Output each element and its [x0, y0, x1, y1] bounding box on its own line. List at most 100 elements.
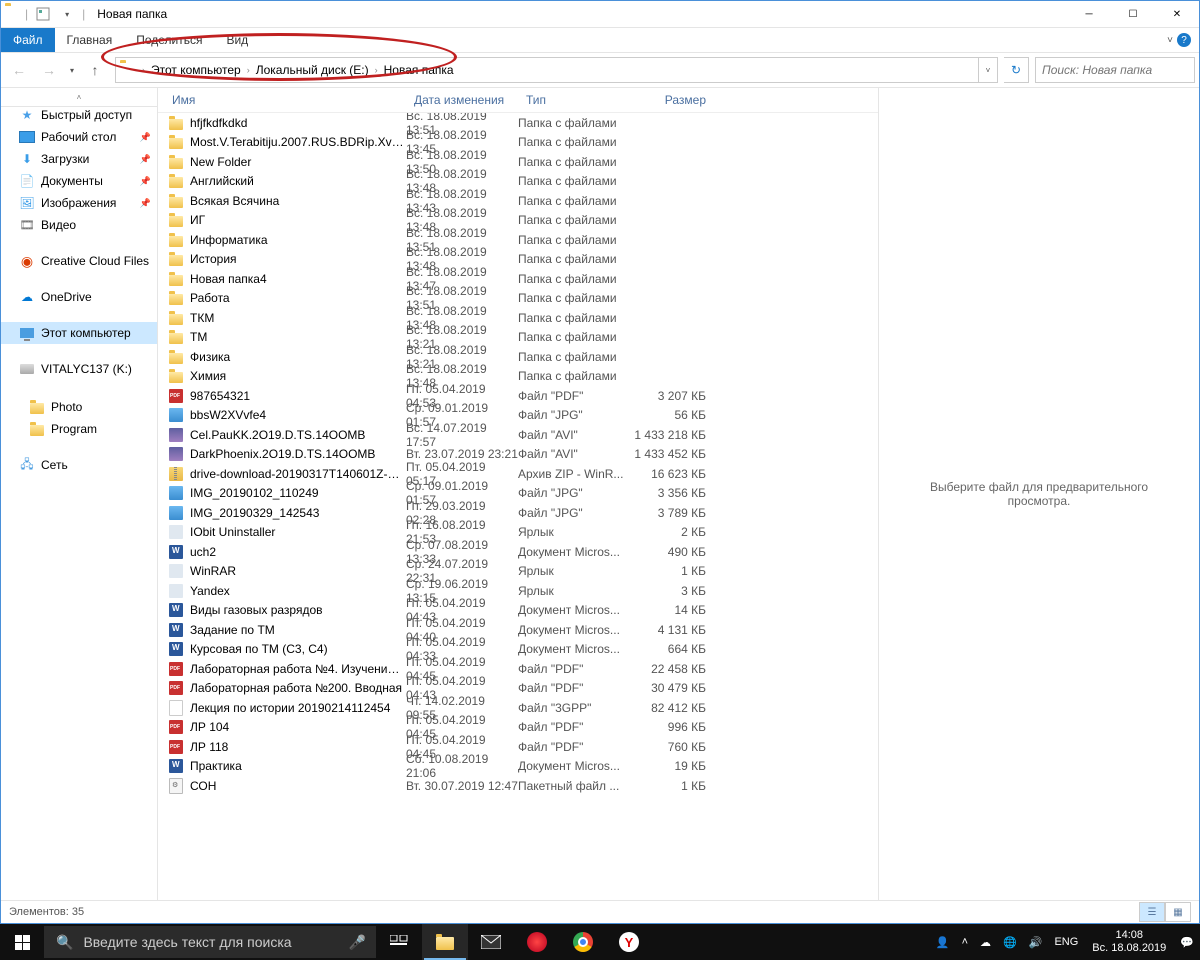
- col-name[interactable]: Имя: [158, 93, 406, 107]
- nav-back-button[interactable]: ←: [5, 57, 33, 83]
- file-row[interactable]: Новая папка4Вс. 18.08.2019 13:47Папка с …: [158, 269, 878, 289]
- file-row[interactable]: uch2Ср. 07.08.2019 13:33Документ Micros.…: [158, 542, 878, 562]
- file-row[interactable]: IMG_20190102_110249Ср. 09.01.2019 01:57Ф…: [158, 484, 878, 504]
- tray-network-icon[interactable]: 🌐: [997, 924, 1023, 960]
- nav-downloads[interactable]: ⬇Загрузки📌: [1, 148, 157, 170]
- view-large-icons-button[interactable]: ▦: [1165, 902, 1191, 922]
- file-row[interactable]: Лабораторная работа №200. ВводнаяПт. 05.…: [158, 679, 878, 699]
- file-row[interactable]: СОНВт. 30.07.2019 12:47Пакетный файл ...…: [158, 776, 878, 796]
- nav-program-folder[interactable]: Program: [1, 418, 157, 440]
- refresh-button[interactable]: ↻: [1004, 57, 1029, 83]
- nav-forward-button[interactable]: →: [35, 57, 63, 83]
- file-row[interactable]: ЛР 104Пт. 05.04.2019 04:45Файл "PDF"996 …: [158, 718, 878, 738]
- file-row[interactable]: ПрактикаСб. 10.08.2019 21:06Документ Mic…: [158, 757, 878, 777]
- chevron-right-icon[interactable]: ›: [371, 65, 382, 75]
- file-row[interactable]: РаботаВс. 18.08.2019 13:51Папка с файлам…: [158, 289, 878, 309]
- nav-pictures[interactable]: 🖼Изображения📌: [1, 192, 157, 214]
- tray-volume-icon[interactable]: 🔊: [1023, 924, 1049, 960]
- mic-icon[interactable]: 🎤: [349, 934, 366, 951]
- view-details-button[interactable]: ☰: [1139, 902, 1165, 922]
- file-row[interactable]: Задание по ТМПт. 05.04.2019 04:40Докумен…: [158, 620, 878, 640]
- col-date[interactable]: Дата изменения: [406, 93, 518, 107]
- start-button[interactable]: [0, 924, 44, 960]
- taskbar-mail-icon[interactable]: [468, 924, 514, 960]
- nav-creative-cloud[interactable]: ◉Creative Cloud Files: [1, 250, 157, 272]
- address-bar[interactable]: › Этот компьютер › Локальный диск (E:) ›…: [115, 57, 998, 83]
- file-row[interactable]: Most.V.Terabitiju.2007.RUS.BDRip.XviD.A.…: [158, 133, 878, 153]
- file-row[interactable]: ФизикаВс. 18.08.2019 13:21Папка с файлам…: [158, 347, 878, 367]
- file-row[interactable]: hfjfkdfkdkdВс. 18.08.2019 13:51Папка с ф…: [158, 113, 878, 133]
- nav-this-pc[interactable]: Этот компьютер: [1, 322, 157, 344]
- col-size[interactable]: Размер: [626, 93, 718, 107]
- breadcrumb-item[interactable]: Этот компьютер: [149, 63, 243, 77]
- nav-collapse-handle[interactable]: ˄: [1, 88, 157, 107]
- file-row[interactable]: ТКМВс. 18.08.2019 13:48Папка с файлами: [158, 308, 878, 328]
- tray-notifications-icon[interactable]: 💬: [1174, 924, 1200, 960]
- nav-documents[interactable]: 📄Документы📌: [1, 170, 157, 192]
- file-row[interactable]: IMG_20190329_142543Пт. 29.03.2019 02:28Ф…: [158, 503, 878, 523]
- file-row[interactable]: ХимияВс. 18.08.2019 13:48Папка с файлами: [158, 367, 878, 387]
- taskbar-chrome-icon[interactable]: [560, 924, 606, 960]
- file-row[interactable]: 987654321Пт. 05.04.2019 04:53Файл "PDF"3…: [158, 386, 878, 406]
- tray-overflow-icon[interactable]: ˄: [956, 924, 974, 960]
- nav-videos[interactable]: 🎞Видео: [1, 214, 157, 236]
- taskbar-explorer-icon[interactable]: [422, 924, 468, 960]
- file-row[interactable]: IObit UninstallerПт. 16.08.2019 21:53Ярл…: [158, 523, 878, 543]
- nav-network[interactable]: 🖧Сеть: [1, 454, 157, 476]
- tray-people-icon[interactable]: 👤: [930, 924, 956, 960]
- search-box[interactable]: 🔍: [1035, 57, 1195, 83]
- file-row[interactable]: ИсторияВс. 18.08.2019 13:48Папка с файла…: [158, 250, 878, 270]
- ribbon-expand-icon[interactable]: ˅: [1167, 35, 1173, 46]
- nav-onedrive[interactable]: ☁OneDrive: [1, 286, 157, 308]
- col-type[interactable]: Тип: [518, 93, 626, 107]
- chevron-right-icon[interactable]: ›: [138, 65, 149, 75]
- qat-properties-icon[interactable]: [32, 3, 54, 25]
- file-row[interactable]: New FolderВс. 18.08.2019 13:50Папка с фа…: [158, 152, 878, 172]
- file-row[interactable]: ТМВс. 18.08.2019 13:21Папка с файлами: [158, 328, 878, 348]
- file-row[interactable]: Cel.PauKK.2O19.D.TS.14OOMBВс. 14.07.2019…: [158, 425, 878, 445]
- taskbar-opera-icon[interactable]: [514, 924, 560, 960]
- tray-language[interactable]: ENG: [1048, 924, 1084, 960]
- file-row[interactable]: YandexСр. 19.06.2019 13:15Ярлык3 КБ: [158, 581, 878, 601]
- file-row[interactable]: Лабораторная работа №4. Изучение яв...Пт…: [158, 659, 878, 679]
- nav-desktop[interactable]: Рабочий стол📌: [1, 126, 157, 148]
- file-row[interactable]: Виды газовых разрядовПт. 05.04.2019 04:4…: [158, 601, 878, 621]
- file-row[interactable]: DarkPhoenix.2O19.D.TS.14OOMBВт. 23.07.20…: [158, 445, 878, 465]
- nav-recent-dropdown[interactable]: ▾: [65, 57, 79, 83]
- file-row[interactable]: Всякая ВсячинаВс. 18.08.2019 13:43Папка …: [158, 191, 878, 211]
- maximize-button[interactable]: ☐: [1111, 1, 1155, 27]
- tray-clock[interactable]: 14:08 Вс. 18.08.2019: [1084, 929, 1174, 955]
- tray-onedrive-icon[interactable]: ☁: [974, 924, 997, 960]
- task-view-button[interactable]: [376, 924, 422, 960]
- minimize-button[interactable]: ─: [1067, 1, 1111, 27]
- taskbar-search[interactable]: 🔍 Введите здесь текст для поиска 🎤: [44, 926, 376, 958]
- nav-drive-k[interactable]: VITALYC137 (K:): [1, 358, 157, 380]
- address-dropdown-icon[interactable]: ˅: [978, 58, 997, 82]
- file-row[interactable]: Лекция по истории 20190214112454Чт. 14.0…: [158, 698, 878, 718]
- file-row[interactable]: ИГВс. 18.08.2019 13:48Папка с файлами: [158, 211, 878, 231]
- taskbar-yandex-icon[interactable]: Y: [606, 924, 652, 960]
- file-row[interactable]: bbsW2XVvfe4Ср. 09.01.2019 01:57Файл "JPG…: [158, 406, 878, 426]
- file-row[interactable]: АнглийскийВс. 18.08.2019 13:48Папка с фа…: [158, 172, 878, 192]
- qat-dropdown-icon[interactable]: ▾: [56, 3, 78, 25]
- chevron-right-icon[interactable]: ›: [243, 65, 254, 75]
- file-list[interactable]: Имя Дата изменения Тип Размер hfjfkdfkdk…: [158, 88, 878, 900]
- search-input[interactable]: [1040, 62, 1200, 78]
- breadcrumb-item[interactable]: Локальный диск (E:): [254, 63, 371, 77]
- file-row[interactable]: Курсовая по ТМ (C3, C4)Пт. 05.04.2019 04…: [158, 640, 878, 660]
- breadcrumb-item[interactable]: Новая папка: [382, 63, 456, 77]
- ribbon-tab-home[interactable]: Главная: [55, 28, 125, 52]
- nav-up-button[interactable]: ↑: [81, 57, 109, 83]
- file-row[interactable]: drive-download-20190317T140601Z-001Пт. 0…: [158, 464, 878, 484]
- file-row[interactable]: WinRARСр. 24.07.2019 22:31Ярлык1 КБ: [158, 562, 878, 582]
- nav-photo-folder[interactable]: Photo: [1, 396, 157, 418]
- ribbon-tab-share[interactable]: Поделиться: [124, 28, 214, 52]
- help-icon[interactable]: ?: [1177, 33, 1191, 47]
- ribbon-tab-view[interactable]: Вид: [214, 28, 260, 52]
- close-button[interactable]: ✕: [1155, 1, 1199, 27]
- file-row[interactable]: ИнформатикаВс. 18.08.2019 13:51Папка с ф…: [158, 230, 878, 250]
- desktop-icon: [19, 129, 35, 145]
- nav-quick-access[interactable]: ★Быстрый доступ: [1, 104, 157, 126]
- file-row[interactable]: ЛР 118Пт. 05.04.2019 04:45Файл "PDF"760 …: [158, 737, 878, 757]
- ribbon-tab-file[interactable]: Файл: [1, 28, 55, 52]
